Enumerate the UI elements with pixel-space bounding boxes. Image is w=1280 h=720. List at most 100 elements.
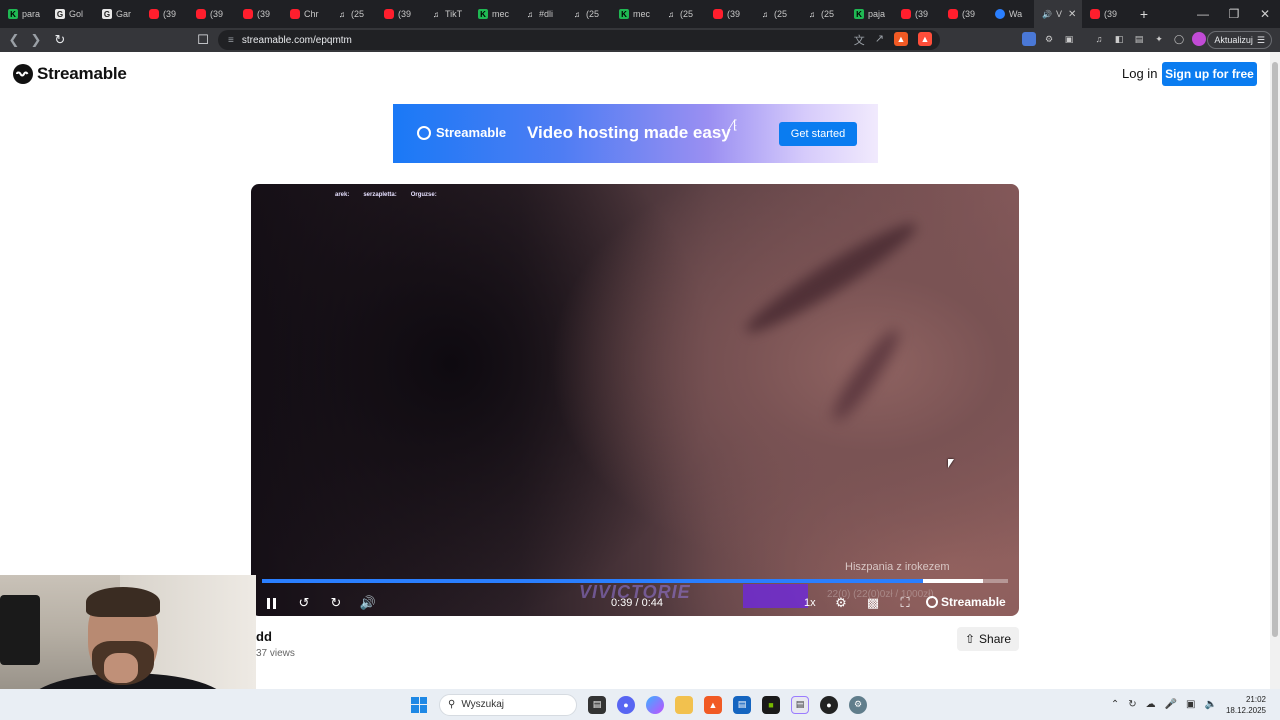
site-info-icon[interactable]: ≡ [228, 35, 234, 46]
browser-tab[interactable]: ♫ (25 [752, 0, 799, 28]
copilot-icon[interactable] [646, 695, 664, 714]
microphone-icon[interactable]: 🎤 [1165, 699, 1177, 710]
kick-icon: K [8, 9, 18, 19]
extensions-row: ⚙ ▣ ♫ ◧ ▤ ✦ ◯ [1022, 32, 1206, 46]
profile-icon[interactable] [1192, 32, 1206, 46]
browser-tab[interactable]: ♫ TikT [423, 0, 470, 28]
signup-button[interactable]: Sign up for free [1162, 62, 1257, 86]
restore-icon[interactable]: ❐ [1219, 0, 1249, 28]
browser-tab[interactable]: ♫ (25 [799, 0, 846, 28]
browser-tab[interactable]: ♫ (25 [329, 0, 376, 28]
clock[interactable]: 21:02 18.12.2025 [1226, 694, 1266, 716]
nvidia-icon[interactable]: ■ [762, 695, 780, 714]
streamable-logo[interactable]: Streamable [13, 64, 127, 84]
scrollbar-thumb[interactable] [1272, 62, 1278, 637]
youtube-icon [901, 9, 911, 19]
browser-tab[interactable]: 🔊 V ✕ [1034, 0, 1082, 28]
browser-tab[interactable]: Chr [282, 0, 329, 28]
clock-time: 21:02 [1245, 694, 1266, 704]
network-icon[interactable]: ▣ [1186, 699, 1195, 710]
tab-close-icon[interactable]: ✕ [1068, 9, 1076, 20]
playback-speed[interactable]: 1x [804, 597, 816, 609]
browser-tab[interactable]: G Gar [94, 0, 141, 28]
new-tab-button[interactable]: + [1129, 6, 1159, 22]
discord-icon[interactable]: ● [617, 695, 635, 714]
browser-tab[interactable]: Kpaja [846, 0, 893, 28]
player-brand-link[interactable]: Streamable [926, 595, 1006, 609]
browser-tab[interactable]: Kpara [0, 0, 47, 28]
video-frame-detail [825, 323, 907, 427]
browser-tab-bar: Kpara G Gol G Gar (39 (39 (39 Chr ♫ (25 (39 ♫ TikT Kme… [0, 0, 1280, 28]
windows-start-icon[interactable] [411, 696, 427, 713]
streamable-logo-icon [926, 596, 938, 608]
file-explorer-icon[interactable] [675, 695, 693, 714]
share-page-icon[interactable]: ↗ [875, 32, 884, 48]
window-close-icon[interactable]: ✕ [1250, 0, 1280, 28]
browser-tab[interactable]: (39 [235, 0, 282, 28]
fullscreen-icon[interactable]: ⛶ [896, 594, 914, 612]
notepad-icon[interactable]: ▤ [791, 695, 809, 714]
browser-tab[interactable]: Wa [987, 0, 1034, 28]
progress-played [262, 579, 923, 583]
volume-icon[interactable]: 🔊 [359, 594, 377, 612]
browser-tab[interactable]: ♫ #dli [517, 0, 564, 28]
puzzle-icon[interactable]: ⚙ [1042, 32, 1056, 46]
update-button[interactable]: Aktualizuj ☰ [1207, 31, 1272, 49]
page-scrollbar[interactable] [1270, 52, 1280, 689]
settings-gear-icon[interactable]: ⚙ [832, 594, 850, 612]
picture-in-picture-icon[interactable]: ▩ [864, 594, 882, 612]
browser-tab[interactable]: Kmec [470, 0, 517, 28]
settings-app-icon[interactable]: ⚙ [849, 695, 867, 714]
url-text: streamable.com/epqmtm [241, 34, 352, 46]
progress-bar[interactable] [262, 579, 1008, 583]
reload-icon[interactable]: ↻ [50, 30, 70, 50]
tab-label: (39 [163, 9, 177, 19]
back-icon[interactable]: ❮ [4, 30, 24, 50]
share-button[interactable]: ⇧ Share [957, 627, 1019, 651]
extension-icon[interactable] [1022, 32, 1036, 46]
translate-icon[interactable]: 文 [854, 32, 865, 48]
vpn-icon[interactable]: ◯ [1172, 32, 1186, 46]
sidebar-icon[interactable]: ◧ [1112, 32, 1126, 46]
sync-icon[interactable]: ↻ [1128, 699, 1136, 710]
browser-tab[interactable]: (39 [376, 0, 423, 28]
brave-browser-icon[interactable]: ▲ [704, 695, 722, 714]
tiktok-icon: ♫ [433, 9, 439, 19]
brave-shield-icon[interactable]: ▲ [894, 32, 908, 46]
bookmark-icon[interactable]: ☐ [193, 30, 213, 50]
rewind-icon[interactable]: ↺ [295, 594, 313, 612]
browser-tab[interactable]: ♫ (25 [564, 0, 611, 28]
forward-skip-icon[interactable]: ↻ [327, 594, 345, 612]
web-icon: G [55, 9, 65, 19]
tab-label: (25 [821, 9, 835, 19]
minimize-icon[interactable]: — [1188, 0, 1218, 28]
brave-rewards-icon[interactable]: ▲ [918, 32, 932, 46]
wallet-icon[interactable]: ▣ [1062, 32, 1076, 46]
browser-tab[interactable]: ♫ (25 [658, 0, 705, 28]
leo-icon[interactable]: ✦ [1152, 32, 1166, 46]
store-icon[interactable]: ▤ [733, 695, 751, 714]
get-started-button[interactable]: Get started [779, 122, 857, 146]
obs-icon[interactable]: ● [820, 695, 838, 714]
tray-chevron-icon[interactable]: ⌃ [1111, 699, 1119, 710]
address-bar[interactable]: ≡ streamable.com/epqmtm 文 ↗ ▲ ▲ [218, 30, 940, 50]
browser-tab[interactable]: Kmec [611, 0, 658, 28]
forward-icon[interactable]: ❯ [26, 30, 46, 50]
login-link[interactable]: Log in [1122, 66, 1157, 81]
browser-tab[interactable]: (39 [1082, 0, 1129, 28]
taskbar-search[interactable]: ⚲ Wyszukaj [439, 693, 577, 716]
wallet2-icon[interactable]: ▤ [1132, 32, 1146, 46]
browser-tab[interactable]: (39 [705, 0, 752, 28]
onedrive-icon[interactable]: ☁ [1146, 699, 1156, 710]
browser-tab[interactable]: (39 [141, 0, 188, 28]
pause-icon[interactable] [263, 594, 281, 612]
video-player[interactable]: arek: serzapletta: Orguzse: VIVICTORIE His… [251, 184, 1019, 616]
browser-tab[interactable]: (39 [940, 0, 987, 28]
ad-banner[interactable]: Streamable Video hosting made easy ⁄⁅ Ge… [393, 104, 878, 163]
media-icon[interactable]: ♫ [1092, 32, 1106, 46]
browser-tab[interactable]: G Gol [47, 0, 94, 28]
browser-tab[interactable]: (39 [188, 0, 235, 28]
browser-tab[interactable]: (39 [893, 0, 940, 28]
speaker-icon[interactable]: 🔈 [1205, 699, 1217, 710]
task-view-icon[interactable]: ▤ [588, 695, 606, 714]
